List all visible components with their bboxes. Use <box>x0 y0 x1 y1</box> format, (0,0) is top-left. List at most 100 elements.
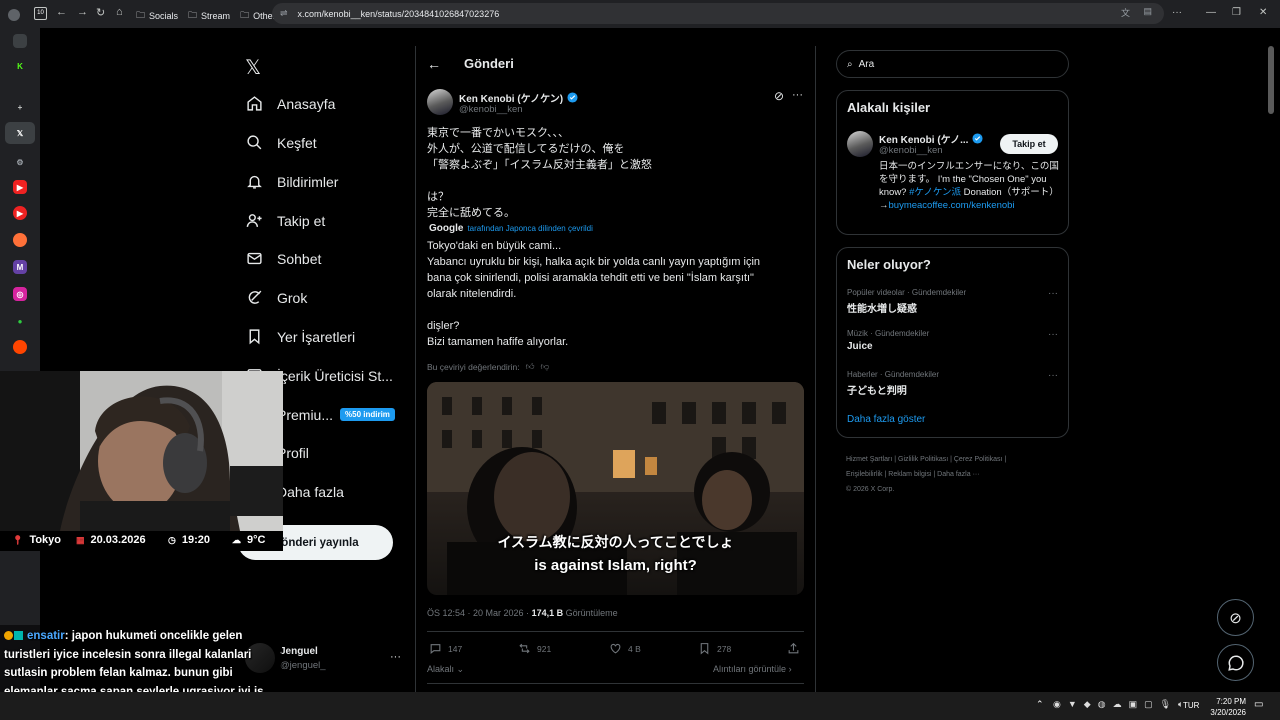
like-button[interactable]: 4 B <box>609 642 641 655</box>
tray-chevron-icon[interactable]: ⌃ <box>1036 699 1044 710</box>
firefox-tab-icon[interactable] <box>13 233 27 247</box>
vpn-tray-icon[interactable]: ▼ <box>1068 699 1077 710</box>
messages-float-button[interactable] <box>1217 644 1254 681</box>
nav-grok[interactable]: Grok <box>246 289 307 306</box>
cloud-tray-icon[interactable]: ☁︎ <box>1113 699 1122 710</box>
related-avatar[interactable] <box>847 131 873 157</box>
trend-item[interactable]: Müzik · Gündemdekiler Juice ··· <box>847 329 1062 352</box>
thumbs-up-icon[interactable]: 👍︎ <box>526 361 535 372</box>
bookmark-stream[interactable]: 🗀 Stream <box>188 8 230 24</box>
microphone-icon[interactable]: 🎙︎ <box>1160 699 1171 710</box>
view-quotes-link[interactable]: Alıntıları görüntüle › <box>713 664 792 674</box>
instagram-tab-icon[interactable]: ◎ <box>13 287 27 301</box>
view-count: 174,1 B <box>531 608 564 618</box>
show-more-link[interactable]: Daha fazla göster <box>847 414 925 425</box>
grok-float-button[interactable]: ⊘ <box>1217 599 1254 636</box>
discord-tray-icon[interactable]: ◍ <box>1098 699 1106 710</box>
clock-time: 7:20 PM <box>1216 697 1246 706</box>
new-tab-icon[interactable]: + <box>13 100 27 114</box>
follow-button[interactable]: Takip et <box>1000 134 1058 154</box>
share-button[interactable] <box>787 642 800 655</box>
translation-note[interactable]: tarafından Japonca dilinden çevrildi <box>467 224 592 233</box>
thumbs-down-icon[interactable]: 👎︎ <box>541 361 550 372</box>
x-logo-icon[interactable]: 𝕏 <box>245 55 261 80</box>
profile-avatar-icon[interactable] <box>8 9 20 21</box>
footer-line: © 2026 X Corp. <box>846 486 895 493</box>
settings-tab-icon[interactable]: ⚙ <box>13 155 27 169</box>
nav-follow[interactable]: Takip et <box>246 212 325 229</box>
footer-line[interactable]: Erişilebilirlik | Reklam bilgisi | Daha … <box>846 467 1006 482</box>
trend-item[interactable]: Haberler · Gündemdekiler 子どもと判明 ··· <box>847 370 1062 397</box>
trend-more-icon[interactable]: ··· <box>1048 370 1058 381</box>
reply-setting-dropdown[interactable]: Alakalı ⌄ <box>427 664 464 675</box>
tweet-line: dişler? <box>427 320 460 332</box>
site-info-icon[interactable]: ⇌ <box>280 8 288 19</box>
reply-setting-label: Alakalı <box>427 664 455 674</box>
nav-bookmarks[interactable]: Yer İşaretleri <box>246 328 355 345</box>
bio-link[interactable]: buymeacoffee.com/kenkenobi <box>889 200 1015 211</box>
nav-label: Yer İşaretleri <box>277 328 356 345</box>
nav-explore[interactable]: Keşfet <box>246 134 317 151</box>
reader-icon[interactable]: ▤ <box>1143 6 1152 17</box>
minimize-icon[interactable]: — <box>1206 7 1216 18</box>
bookmark-button[interactable]: 278 <box>698 642 731 655</box>
tweet-line: olarak nitelendirdi. <box>427 288 517 300</box>
reload-icon[interactable]: ↻ <box>96 6 105 19</box>
nav-label: Keşfet <box>277 134 317 151</box>
grok-explain-icon[interactable]: ⊘ <box>774 89 784 103</box>
tab-count-icon[interactable]: 10 <box>34 7 47 20</box>
scrollbar-thumb[interactable] <box>1268 46 1274 114</box>
author-handle[interactable]: @kenobi__ken <box>459 104 523 115</box>
related-name[interactable]: Ken Kenobi (ケノ... <box>879 131 968 146</box>
translate-icon[interactable]: 文 <box>1121 6 1130 19</box>
address-bar[interactable]: ⇌ x.com/kenobi__ken/status/2034841026847… <box>272 3 1164 24</box>
trend-more-icon[interactable]: ··· <box>1048 288 1058 299</box>
kick-tab-icon[interactable]: K <box>13 59 27 73</box>
x-tab-icon[interactable]: 𝕏 <box>5 122 35 144</box>
tweet-line: は？ <box>427 191 449 203</box>
tweet-video[interactable]: イスラム教に反対の人ってことでしょ is against Islam, righ… <box>427 382 804 595</box>
notification-center-icon[interactable]: ▭ <box>1254 699 1263 710</box>
tray-icon[interactable]: ◆ <box>1084 699 1091 710</box>
footer-line[interactable]: Hizmet Şartları | Gizlilik Politikası | … <box>846 452 1006 467</box>
reddit-tab-icon[interactable] <box>13 340 27 354</box>
taskbar-clock[interactable]: 7:20 PM 3/20/2026 <box>1200 696 1246 718</box>
back-arrow-icon[interactable]: ← <box>427 56 441 72</box>
mail-tab-icon[interactable]: M <box>13 260 27 274</box>
maximize-icon[interactable]: ❐ <box>1232 7 1241 18</box>
drop-tab-icon[interactable]: ● <box>13 314 27 328</box>
related-handle[interactable]: @kenobi__ken <box>879 145 943 156</box>
trend-more-icon[interactable]: ··· <box>1048 329 1058 340</box>
view-quotes-label: Alıntıları görüntüle <box>713 664 787 674</box>
account-menu-icon[interactable]: ··· <box>390 651 401 663</box>
youtube-tab-icon[interactable]: ▶ <box>13 180 27 194</box>
author-avatar[interactable] <box>427 89 453 115</box>
author-name[interactable]: Ken Kenobi (ケノケン) <box>459 90 563 105</box>
tweet-line-gap <box>427 173 797 189</box>
repost-button[interactable]: 921 <box>518 642 551 655</box>
bookmark-socials[interactable]: 🗀 Socials <box>136 8 178 24</box>
nav-notifications[interactable]: Bildirimler <box>246 173 338 190</box>
youtube-alt-tab-icon[interactable]: ▶ <box>13 206 27 220</box>
trend-item[interactable]: Popüler videolar · Gündemdekiler 性能水増し疑惑… <box>847 288 1062 315</box>
tweet-line: Yabancı uyruklu bir kişi, halka açık bir… <box>427 256 761 268</box>
nav-home[interactable]: Anasayfa <box>246 95 335 112</box>
tweet-time[interactable]: ÖS 12:54 · 20 Mar 2026 · <box>427 608 532 618</box>
tray-icon[interactable]: ▣ <box>1129 699 1138 710</box>
home-button-icon[interactable]: ⌂ <box>116 6 123 18</box>
close-window-icon[interactable]: ✕ <box>1259 7 1267 18</box>
forward-icon[interactable]: → <box>77 6 88 18</box>
search-input[interactable]: ⌕ Ara <box>836 50 1069 78</box>
tweet-more-icon[interactable]: ··· <box>792 89 803 101</box>
bio-hashtag[interactable]: #ケノケン派 <box>909 187 961 198</box>
clock-date: 3/20/2026 <box>1210 708 1246 717</box>
back-icon[interactable]: ← <box>56 6 67 18</box>
steam-tray-icon[interactable]: ◉ <box>1053 699 1061 710</box>
nav-chat[interactable]: Sohbet <box>246 250 321 267</box>
grok-icon: ⊘ <box>1229 609 1242 627</box>
tab-icon[interactable] <box>13 34 27 48</box>
keyboard-language[interactable]: TUR <box>1183 701 1199 710</box>
tray-icon[interactable]: ▢ <box>1144 699 1153 710</box>
menu-dots-icon[interactable]: ··· <box>1172 7 1182 18</box>
reply-button[interactable]: 147 <box>429 642 462 655</box>
